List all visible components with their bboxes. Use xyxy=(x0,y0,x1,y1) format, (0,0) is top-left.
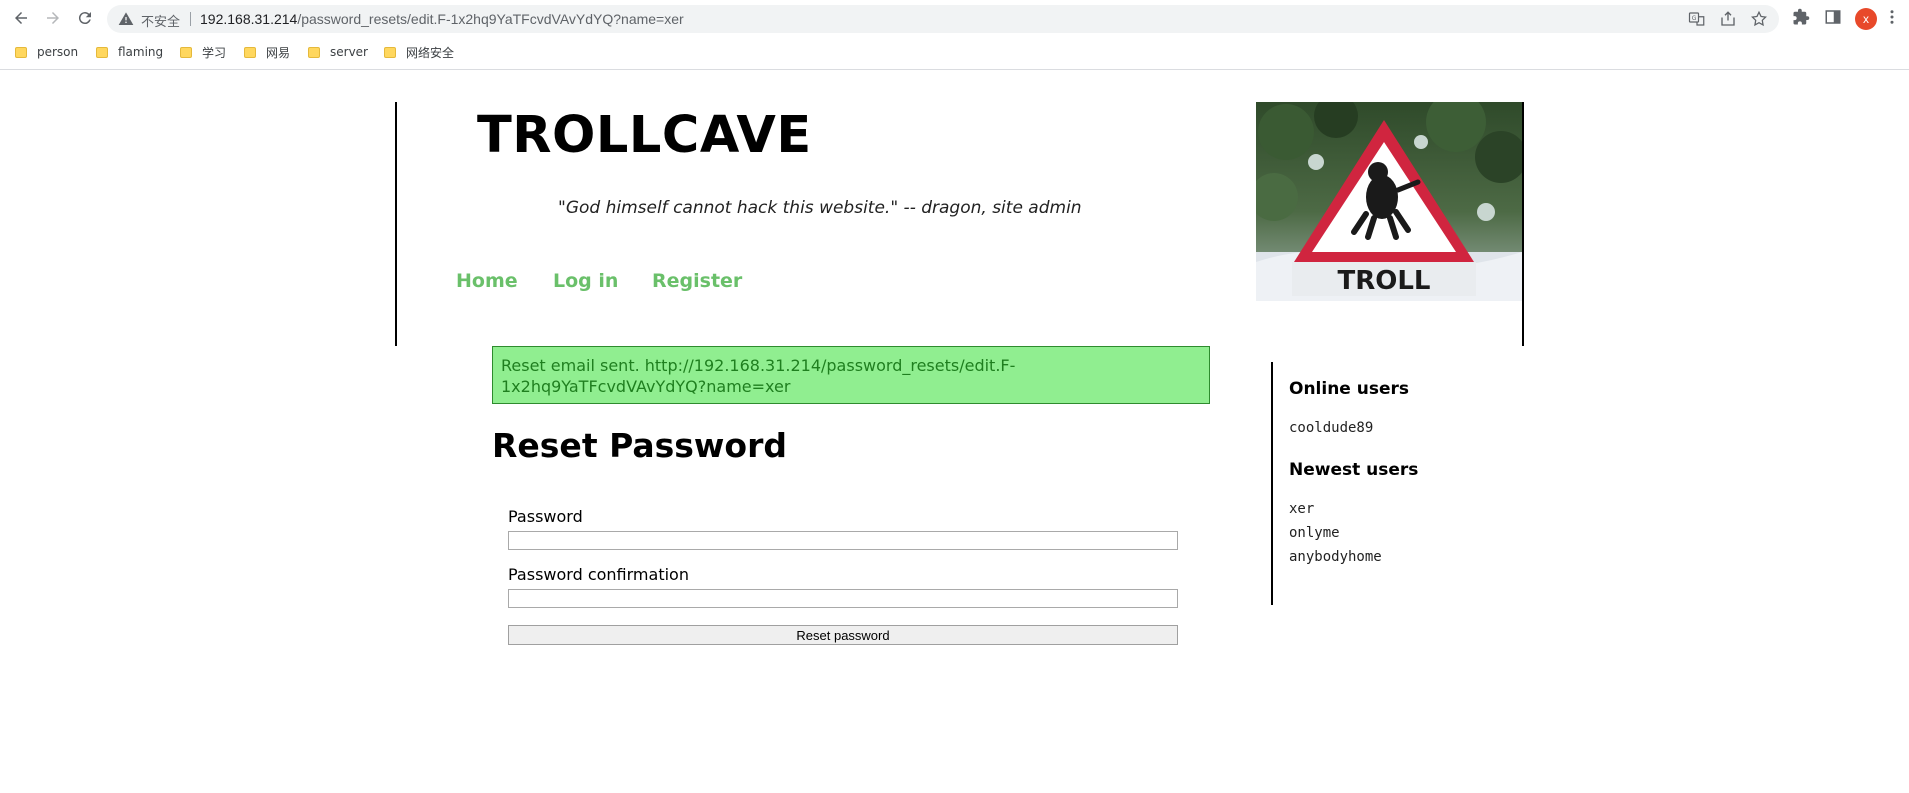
folder-icon xyxy=(96,46,108,58)
bookmark-flaming[interactable]: flaming xyxy=(96,40,163,64)
online-user-item: cooldude89 xyxy=(1289,420,1374,436)
sidebar-border xyxy=(1271,362,1273,605)
password-confirmation-label: Password confirmation xyxy=(508,565,689,584)
password-confirmation-input[interactable] xyxy=(508,589,1178,608)
newest-users-list: xer onlyme anybodyhome xyxy=(1289,497,1382,569)
url-host: 192.168.31.214 xyxy=(200,11,298,27)
folder-icon xyxy=(180,46,192,58)
security-label[interactable]: 不安全 xyxy=(141,11,180,30)
menu-kebab-icon[interactable] xyxy=(1881,6,1903,28)
troll-sign-text: TROLL xyxy=(1338,266,1431,296)
omnibox-separator xyxy=(190,12,191,26)
reset-password-button[interactable]: Reset password xyxy=(508,625,1178,645)
bookmark-label: server xyxy=(330,45,368,59)
share-icon[interactable] xyxy=(1719,10,1737,28)
side-panel-icon[interactable] xyxy=(1822,6,1844,28)
bookmark-server[interactable]: server xyxy=(308,40,368,64)
bookmarks-bar: person flaming 学习 网易 server 网络安全 xyxy=(0,40,1909,64)
newest-user-item: xer xyxy=(1289,501,1315,517)
online-users-heading: Online users xyxy=(1289,379,1410,399)
troll-sign-image: TROLL xyxy=(1256,102,1522,301)
password-label: Password xyxy=(508,507,583,526)
forward-icon[interactable] xyxy=(41,6,65,30)
folder-icon xyxy=(244,46,256,58)
warning-icon[interactable] xyxy=(118,11,134,27)
folder-icon xyxy=(308,46,320,58)
flash-message: Reset email sent. http://192.168.31.214/… xyxy=(492,346,1210,404)
newest-user-item: onlyme xyxy=(1289,525,1340,541)
header-border-right xyxy=(1522,102,1524,346)
page-title: Reset Password xyxy=(492,426,787,465)
profile-avatar[interactable]: x xyxy=(1855,8,1877,30)
newest-user-item: anybodyhome xyxy=(1289,549,1382,565)
site-tagline: "God himself cannot hack this website." … xyxy=(558,198,1082,218)
password-input[interactable] xyxy=(508,531,1178,550)
nav-register-link[interactable]: Register xyxy=(652,270,742,292)
bookmark-label: flaming xyxy=(118,45,164,59)
address-bar[interactable]: 不安全 192.168.31.214/password_resets/edit.… xyxy=(107,5,1779,33)
bookmark-label: 学习 xyxy=(202,45,227,60)
bookmark-person[interactable]: person xyxy=(15,40,78,64)
site-title: TROLLCAVE xyxy=(477,106,812,165)
svg-text:G: G xyxy=(1692,15,1697,22)
translate-icon[interactable]: G xyxy=(1688,10,1706,28)
bookmark-label: 网易 xyxy=(266,45,291,60)
nav-login-link[interactable]: Log in xyxy=(553,270,618,292)
bookmark-label: person xyxy=(37,45,79,59)
bookmark-label: 网络安全 xyxy=(406,45,455,60)
folder-icon xyxy=(15,46,27,58)
bookmark-netease[interactable]: 网易 xyxy=(244,40,290,64)
header-border-left xyxy=(395,102,397,346)
reload-icon[interactable] xyxy=(73,6,97,30)
bookmark-star-icon[interactable] xyxy=(1750,10,1768,28)
url-path: /password_resets/edit.F-1x2hq9YaTFcvdVAv… xyxy=(297,11,684,27)
nav-home-link[interactable]: Home xyxy=(456,270,518,292)
newest-users-heading: Newest users xyxy=(1289,460,1419,480)
url-text[interactable]: 192.168.31.214/password_resets/edit.F-1x… xyxy=(200,11,684,27)
online-users-list: cooldude89 xyxy=(1289,416,1373,440)
browser-chrome: 不安全 192.168.31.214/password_resets/edit.… xyxy=(0,0,1909,70)
bookmark-study[interactable]: 学习 xyxy=(180,40,226,64)
folder-icon xyxy=(384,46,396,58)
back-icon[interactable] xyxy=(9,6,33,30)
bookmark-netsec[interactable]: 网络安全 xyxy=(384,40,454,64)
extensions-icon[interactable] xyxy=(1790,6,1812,28)
